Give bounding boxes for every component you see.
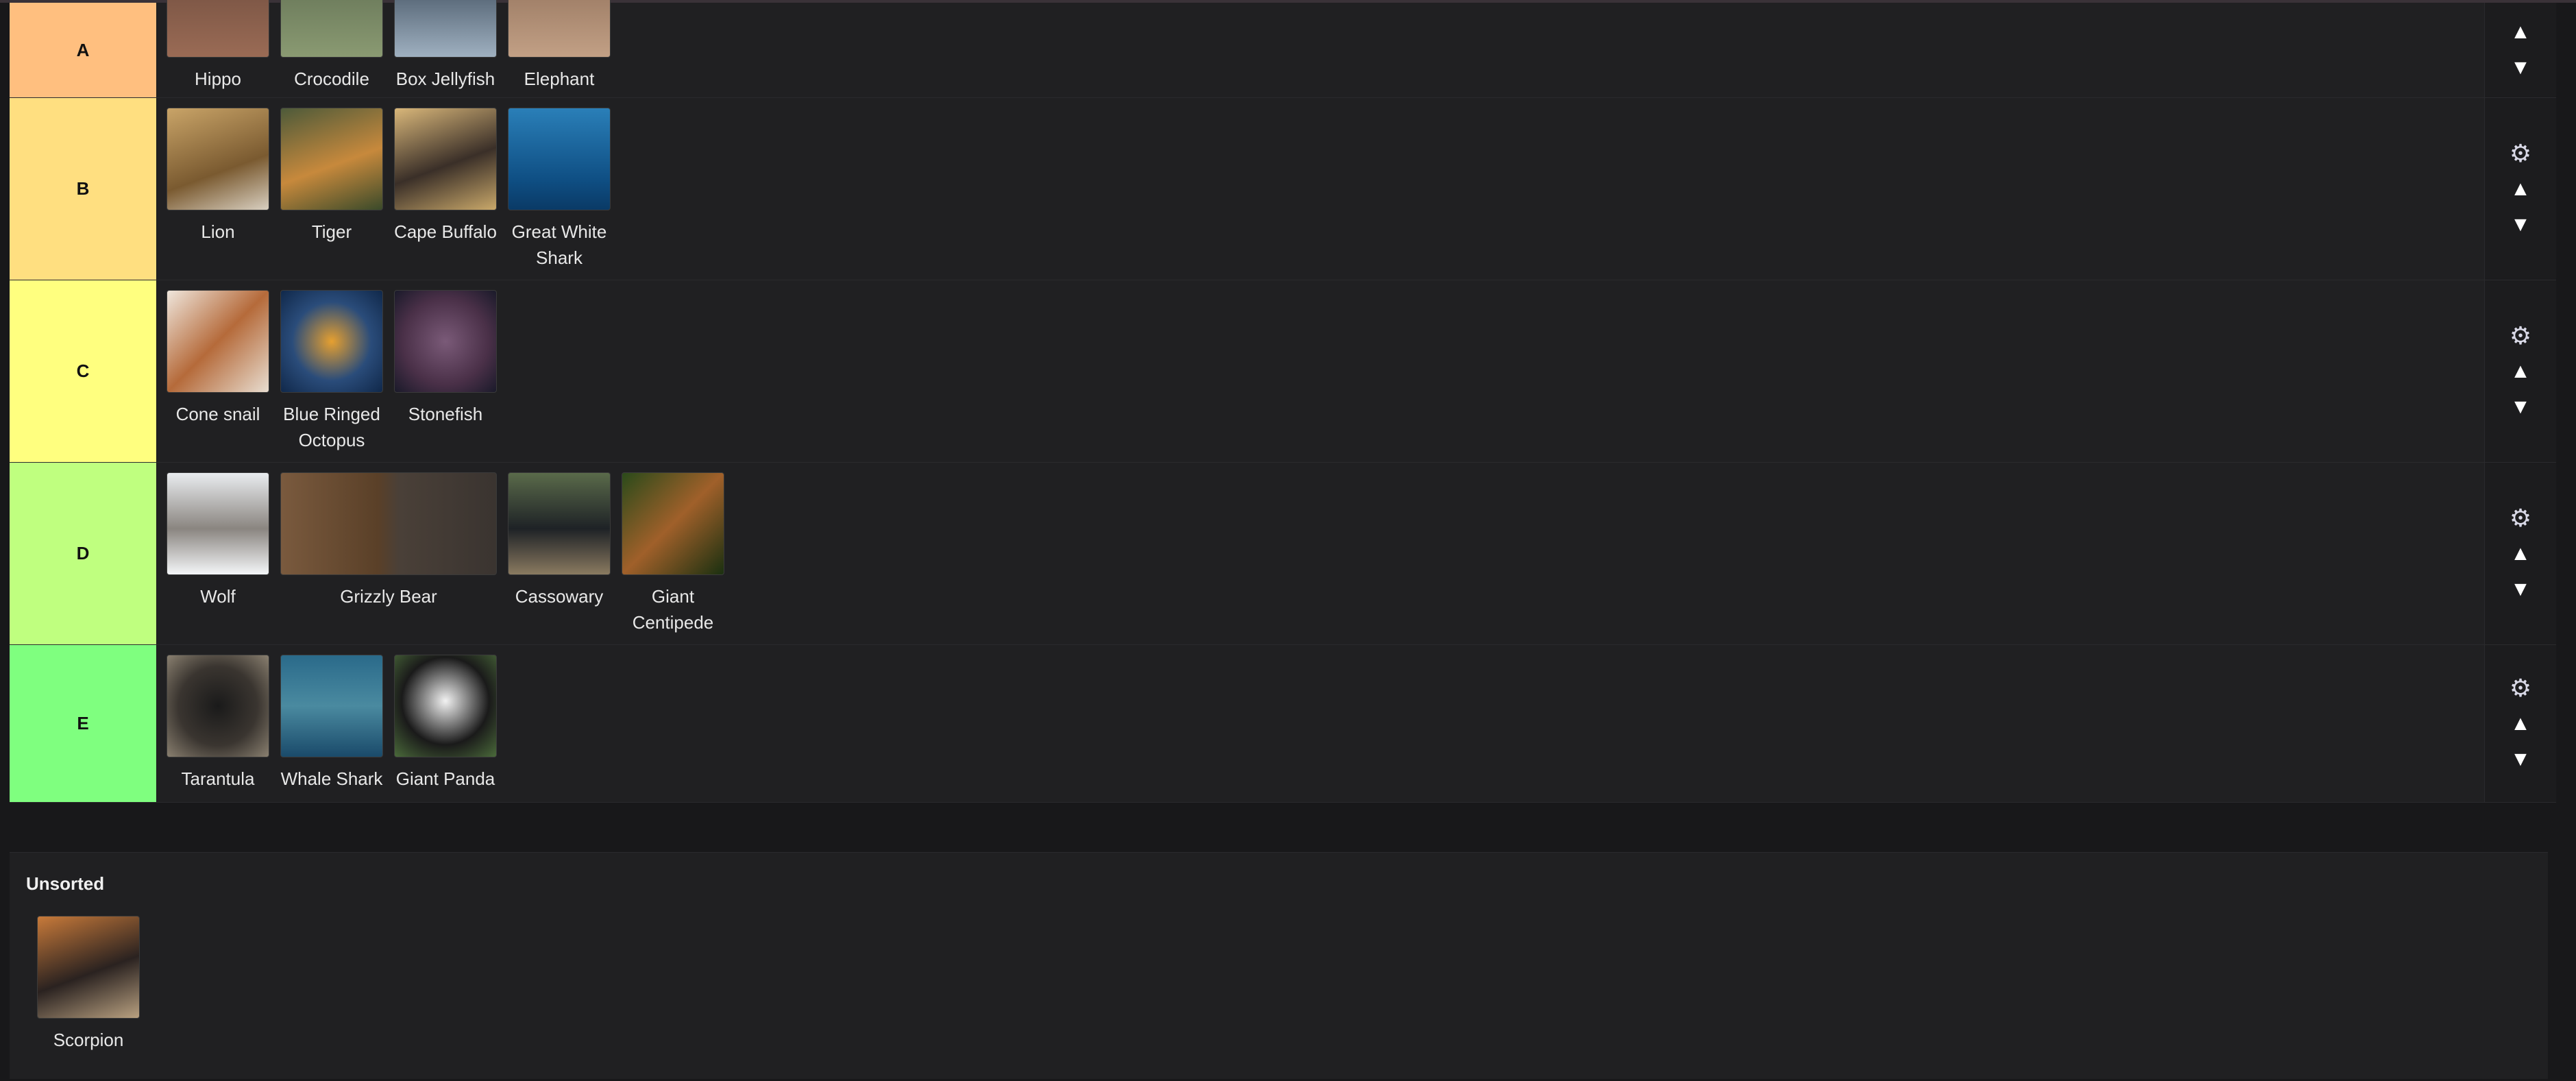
tier-item[interactable]: Box Jellyfish bbox=[394, 0, 497, 92]
item-label: Whale Shark bbox=[280, 768, 383, 789]
tier-label-b[interactable]: B bbox=[10, 98, 157, 280]
item-label: Giant Panda bbox=[395, 768, 495, 789]
animal-image-whale-shark bbox=[280, 655, 383, 757]
tier-item[interactable]: Wolf bbox=[167, 472, 269, 609]
move-down-icon[interactable]: ▼ bbox=[2510, 576, 2531, 603]
animal-image-box-jellyfish bbox=[394, 0, 497, 58]
animal-image-wolf bbox=[167, 472, 269, 575]
item-label: Great White Shark bbox=[511, 221, 607, 268]
item-label: Lion bbox=[201, 221, 235, 242]
tier-item[interactable]: Hippo bbox=[167, 0, 269, 92]
tier-list: A Hippo Crocodile Box Jellyfish Elephant… bbox=[10, 0, 2556, 803]
animal-image-scorpion bbox=[37, 916, 140, 1019]
item-label: Blue Ringed Octopus bbox=[283, 404, 380, 450]
tier-row-a: A Hippo Crocodile Box Jellyfish Elephant… bbox=[10, 0, 2556, 98]
move-down-icon[interactable]: ▼ bbox=[2510, 54, 2531, 82]
tier-item[interactable]: Crocodile bbox=[280, 0, 383, 92]
tier-item[interactable]: Whale Shark bbox=[280, 655, 383, 792]
animal-image-lion bbox=[167, 108, 269, 210]
item-label: Hippo bbox=[195, 69, 241, 89]
tier-item[interactable]: Cape Buffalo bbox=[394, 108, 497, 245]
animal-image-giant-centipede bbox=[622, 472, 724, 575]
animal-image-great-white-shark bbox=[508, 108, 611, 210]
gear-icon[interactable]: ⚙ bbox=[2510, 321, 2531, 350]
tier-item[interactable]: Cassowary bbox=[508, 472, 611, 609]
gear-icon[interactable]: ⚙ bbox=[2510, 674, 2531, 702]
item-label: Cassowary bbox=[515, 586, 604, 607]
tier-controls-a: ▲ ▼ bbox=[2484, 3, 2556, 97]
item-label: Giant Centipede bbox=[632, 586, 714, 633]
item-label: Wolf bbox=[200, 586, 236, 607]
item-label: Elephant bbox=[524, 69, 595, 89]
unsorted-panel: Unsorted Scorpion bbox=[10, 852, 2548, 1079]
animal-image-hippo bbox=[167, 0, 269, 58]
move-down-icon[interactable]: ▼ bbox=[2510, 746, 2531, 773]
tier-item[interactable]: Great White Shark bbox=[508, 108, 611, 271]
animal-image-cone-snail bbox=[167, 290, 269, 393]
animal-image-elephant bbox=[508, 0, 611, 58]
tier-controls-d: ⚙ ▲ ▼ bbox=[2484, 463, 2556, 644]
tier-row-d: D Wolf Grizzly Bear Cassowary Giant Cent… bbox=[10, 463, 2556, 645]
move-down-icon[interactable]: ▼ bbox=[2510, 211, 2531, 239]
tier-items-d: Wolf Grizzly Bear Cassowary Giant Centip… bbox=[157, 463, 2556, 644]
tier-item[interactable]: Blue Ringed Octopus bbox=[280, 290, 383, 453]
item-label: Grizzly Bear bbox=[340, 586, 437, 607]
tier-items-e: Tarantula Whale Shark Giant Panda bbox=[157, 645, 2556, 802]
animal-image-cape-buffalo bbox=[394, 108, 497, 210]
tier-controls-b: ⚙ ▲ ▼ bbox=[2484, 98, 2556, 280]
animal-image-crocodile bbox=[280, 0, 383, 58]
animal-image-tiger bbox=[280, 108, 383, 210]
item-label: Cape Buffalo bbox=[394, 221, 497, 242]
unsorted-title: Unsorted bbox=[26, 873, 105, 894]
move-up-icon[interactable]: ▲ bbox=[2510, 175, 2531, 203]
item-label: Scorpion bbox=[53, 1030, 124, 1050]
tier-item[interactable]: Stonefish bbox=[394, 290, 497, 427]
item-label: Tiger bbox=[311, 221, 352, 242]
tier-row-c: C Cone snail Blue Ringed Octopus Stonefi… bbox=[10, 280, 2556, 463]
move-up-icon[interactable]: ▲ bbox=[2510, 540, 2531, 568]
animal-image-tarantula bbox=[167, 655, 269, 757]
move-up-icon[interactable]: ▲ bbox=[2510, 358, 2531, 385]
move-up-icon[interactable]: ▲ bbox=[2510, 710, 2531, 738]
tier-controls-c: ⚙ ▲ ▼ bbox=[2484, 280, 2556, 462]
item-label: Tarantula bbox=[181, 768, 255, 789]
tier-items-a: Hippo Crocodile Box Jellyfish Elephant bbox=[157, 0, 2556, 97]
animal-image-stonefish bbox=[394, 290, 497, 393]
animal-image-blue-ringed-octopus bbox=[280, 290, 383, 393]
move-up-icon[interactable]: ▲ bbox=[2510, 19, 2531, 46]
tier-row-b: B Lion Tiger Cape Buffalo Great White Sh… bbox=[10, 98, 2556, 280]
tier-label-c[interactable]: C bbox=[10, 280, 157, 462]
tier-controls-e: ⚙ ▲ ▼ bbox=[2484, 645, 2556, 802]
item-label: Crocodile bbox=[294, 69, 369, 89]
tier-items-b: Lion Tiger Cape Buffalo Great White Shar… bbox=[157, 98, 2556, 280]
tier-item[interactable]: Cone snail bbox=[167, 290, 269, 427]
tier-item[interactable]: Giant Panda bbox=[394, 655, 497, 792]
tier-item[interactable]: Tarantula bbox=[167, 655, 269, 792]
tier-item[interactable]: Giant Centipede bbox=[622, 472, 724, 635]
tier-item[interactable]: Lion bbox=[167, 108, 269, 245]
gear-icon[interactable]: ⚙ bbox=[2510, 139, 2531, 167]
tier-label-a[interactable]: A bbox=[10, 3, 157, 97]
tier-items-c: Cone snail Blue Ringed Octopus Stonefish bbox=[157, 280, 2556, 462]
item-label: Stonefish bbox=[408, 404, 483, 424]
tier-row-e: E Tarantula Whale Shark Giant Panda ⚙ ▲ … bbox=[10, 645, 2556, 803]
unsorted-items: Scorpion bbox=[37, 916, 140, 1053]
tier-item[interactable]: Elephant bbox=[508, 0, 611, 92]
animal-image-giant-panda bbox=[394, 655, 497, 757]
animal-image-grizzly-bear bbox=[280, 472, 497, 575]
move-down-icon[interactable]: ▼ bbox=[2510, 393, 2531, 421]
item-label: Box Jellyfish bbox=[395, 69, 495, 89]
tier-label-e[interactable]: E bbox=[10, 645, 157, 802]
tier-item[interactable]: Tiger bbox=[280, 108, 383, 245]
gear-icon[interactable]: ⚙ bbox=[2510, 504, 2531, 532]
item-label: Cone snail bbox=[175, 404, 260, 424]
tier-item[interactable]: Scorpion bbox=[37, 916, 140, 1053]
animal-image-cassowary bbox=[508, 472, 611, 575]
tier-item[interactable]: Grizzly Bear bbox=[280, 472, 497, 609]
tier-label-d[interactable]: D bbox=[10, 463, 157, 644]
